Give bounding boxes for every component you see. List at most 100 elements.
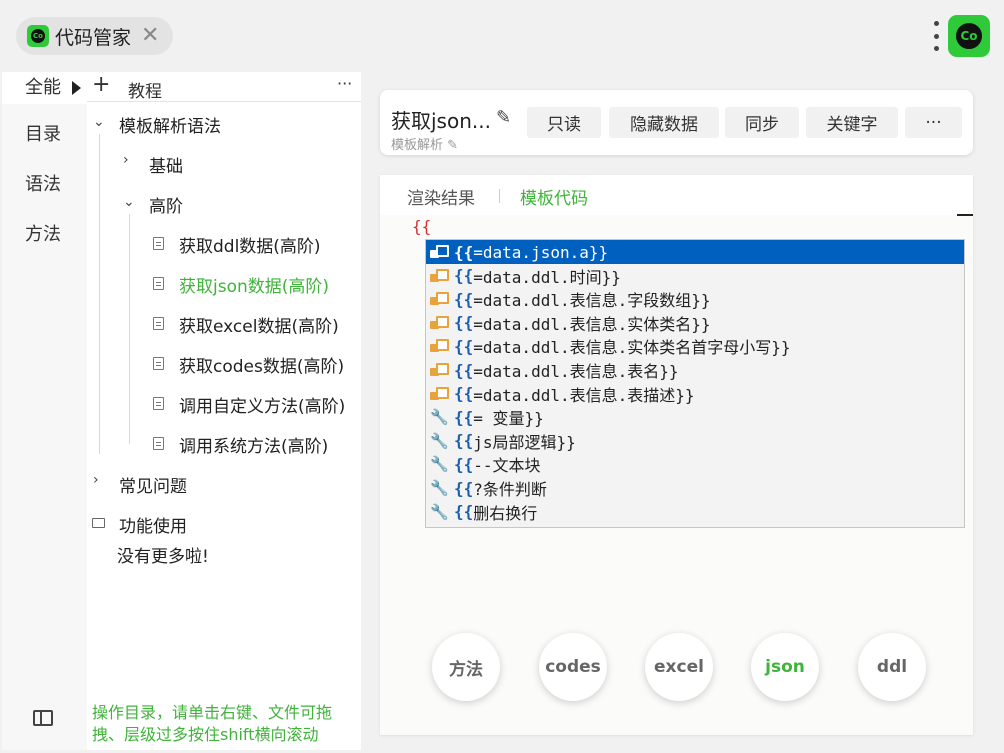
wrench-icon: 🔧 — [430, 502, 449, 521]
autocomplete-item[interactable]: {{=data.ddl.表信息.实体类名首字母小写}} — [426, 334, 964, 358]
autocomplete-item[interactable]: 🔧 {{?条件判断 — [426, 476, 964, 500]
app-logo-icon: Co — [27, 25, 49, 47]
app-logo-icon-large[interactable]: Co — [948, 15, 990, 57]
autocomplete-item[interactable]: {{=data.ddl.表信息.字段数组}} — [426, 287, 964, 311]
autocomplete-item[interactable]: 🔧 {{删右换行 — [426, 500, 964, 524]
more-vertical-icon[interactable] — [931, 21, 941, 51]
tree-node-codes[interactable]: 获取codes数据(高阶) — [179, 352, 344, 377]
editor-tabs: 渲染结果 模板代码 — [380, 175, 973, 216]
brace-token: {{ — [454, 266, 474, 286]
brace-token: {{ — [454, 242, 474, 262]
tree-node-root[interactable]: 模板解析语法 — [119, 112, 221, 137]
ddl-circle-button[interactable]: ddl — [858, 633, 926, 701]
brace-token: {{ — [454, 360, 474, 380]
autocomplete-item[interactable]: 🔧 {{--文本块 — [426, 452, 964, 476]
close-icon[interactable]: ✕ — [141, 25, 159, 47]
rail-item-catalog[interactable]: 目录 — [2, 120, 87, 146]
tree-node-advanced[interactable]: 高阶 — [149, 192, 183, 217]
autocomplete-item[interactable]: {{=data.ddl.表信息.表描述}} — [426, 382, 964, 406]
file-icon — [153, 437, 164, 450]
tree-node-json-selected[interactable]: 获取json数据(高阶) — [179, 272, 329, 297]
more-icon[interactable]: ··· — [337, 74, 352, 93]
file-icon — [153, 237, 164, 250]
brace-token: {{ — [454, 289, 474, 309]
autocomplete-item[interactable]: {{=data.ddl.时间}} — [426, 264, 964, 288]
autocomplete-item[interactable]: 🔧 {{= 变量}} — [426, 405, 964, 429]
wrench-icon: 🔧 — [430, 479, 449, 497]
codes-circle-button[interactable]: codes — [539, 633, 607, 701]
structure-icon — [430, 291, 449, 307]
autocomplete-text: ?条件判断 — [473, 480, 547, 499]
tree-node-system-method[interactable]: 调用系统方法(高阶) — [179, 432, 328, 457]
readonly-button[interactable]: 只读 — [527, 107, 601, 138]
tree-node-excel[interactable]: 获取excel数据(高阶) — [179, 312, 339, 337]
tab-indicator — [957, 214, 973, 216]
play-icon — [72, 81, 81, 95]
method-circle-button[interactable]: 方法 — [432, 633, 500, 701]
autocomplete-item[interactable]: {{=data.ddl.表信息.实体类名}} — [426, 311, 964, 335]
wrench-icon: 🔧 — [430, 408, 449, 427]
tab-template-code[interactable]: 模板代码 — [520, 184, 588, 209]
autocomplete-text: =data.ddl.表信息.字段数组}} — [473, 291, 711, 311]
brace-token: {{ — [454, 336, 474, 356]
add-icon[interactable]: + — [92, 74, 110, 96]
chevron-right-icon[interactable]: › — [123, 152, 129, 168]
sidebar-toggle-icon[interactable] — [33, 710, 53, 726]
tree-node-usage[interactable]: 功能使用 — [119, 512, 187, 537]
chevron-right-icon[interactable]: › — [93, 472, 99, 488]
brace-token: {{ — [454, 431, 474, 451]
tree-node-ddl[interactable]: 获取ddl数据(高阶) — [179, 232, 321, 257]
autocomplete-item[interactable]: {{=data.json.a}} — [426, 240, 964, 264]
autocomplete-text: =data.ddl.表信息.表描述}} — [473, 385, 695, 405]
tree-node-basics[interactable]: 基础 — [149, 152, 183, 177]
keywords-button[interactable]: 关键字 — [806, 107, 898, 138]
autocomplete-text: =data.ddl.表信息.实体类名首字母小写}} — [473, 338, 791, 358]
structure-icon — [430, 386, 449, 402]
chevron-down-icon[interactable]: ⌄ — [123, 194, 135, 210]
top-bar: Co 代码管家 ✕ Co — [0, 0, 1004, 72]
wrench-icon: 🔧 — [430, 455, 449, 474]
rail-item-syntax[interactable]: 语法 — [2, 170, 87, 196]
autocomplete-item[interactable]: 🔧 {{js局部逻辑}} — [426, 429, 964, 453]
app-tab[interactable]: Co 代码管家 ✕ — [16, 17, 173, 55]
json-circle-button[interactable]: json — [751, 633, 819, 701]
structure-icon — [430, 315, 449, 331]
autocomplete-text: = 变量}} — [473, 409, 544, 429]
excel-circle-button[interactable]: excel — [645, 633, 713, 701]
rail-item-all[interactable]: 全能 — [2, 72, 87, 104]
tree-guide-line — [129, 214, 130, 444]
brace-token: {{ — [454, 313, 474, 333]
brace-token: {{ — [454, 384, 474, 404]
edit-icon[interactable]: ✎ — [496, 107, 511, 128]
chevron-down-icon[interactable]: ⌄ — [93, 114, 105, 130]
brace-token: {{ — [454, 454, 474, 474]
tree-panel: + 教程 ··· ⌄ 模板解析语法 › 基础 ⌄ 高阶 获取ddl数据(高阶) … — [87, 72, 361, 750]
brace-token: {{ — [454, 407, 474, 427]
file-icon — [153, 317, 164, 330]
page-title: 获取json... — [391, 109, 491, 133]
tree-node-custom-method[interactable]: 调用自定义方法(高阶) — [179, 392, 345, 417]
autocomplete-list: {{=data.json.a}}{{=data.ddl.时间}}{{=data.… — [425, 239, 965, 528]
no-more-text: 没有更多啦! — [117, 547, 209, 567]
edit-small-icon[interactable]: ✎ — [447, 138, 458, 153]
structure-icon — [430, 244, 449, 260]
code-editor-line[interactable]: {{ — [412, 217, 431, 236]
structure-icon — [430, 268, 449, 284]
title-card: 获取json... ✎ 模板解析 ✎ 只读 隐藏数据 同步 关键字 ··· — [380, 90, 973, 155]
autocomplete-text: --文本块 — [473, 456, 541, 476]
tree-guide-line — [99, 134, 100, 454]
tab-render-result[interactable]: 渲染结果 — [407, 184, 475, 209]
autocomplete-text: =data.ddl.表信息.表名}} — [473, 362, 679, 381]
tree-node-faq[interactable]: 常见问题 — [119, 472, 187, 497]
left-rail: 全能 目录 语法 方法 — [2, 72, 87, 750]
hide-data-button[interactable]: 隐藏数据 — [609, 107, 719, 138]
sync-button[interactable]: 同步 — [725, 107, 799, 138]
autocomplete-text: =data.ddl.表信息.实体类名}} — [473, 314, 711, 334]
folder-icon — [92, 518, 105, 528]
rail-item-methods[interactable]: 方法 — [2, 220, 87, 246]
more-button[interactable]: ··· — [905, 107, 962, 138]
file-icon — [153, 397, 164, 410]
autocomplete-text: =data.json.a}} — [473, 242, 609, 262]
tree-hint: 操作目录，请单击右键、文件可拖拽、层级过多按住shift横向滚动 — [92, 703, 333, 744]
autocomplete-item[interactable]: {{=data.ddl.表信息.表名}} — [426, 358, 964, 382]
